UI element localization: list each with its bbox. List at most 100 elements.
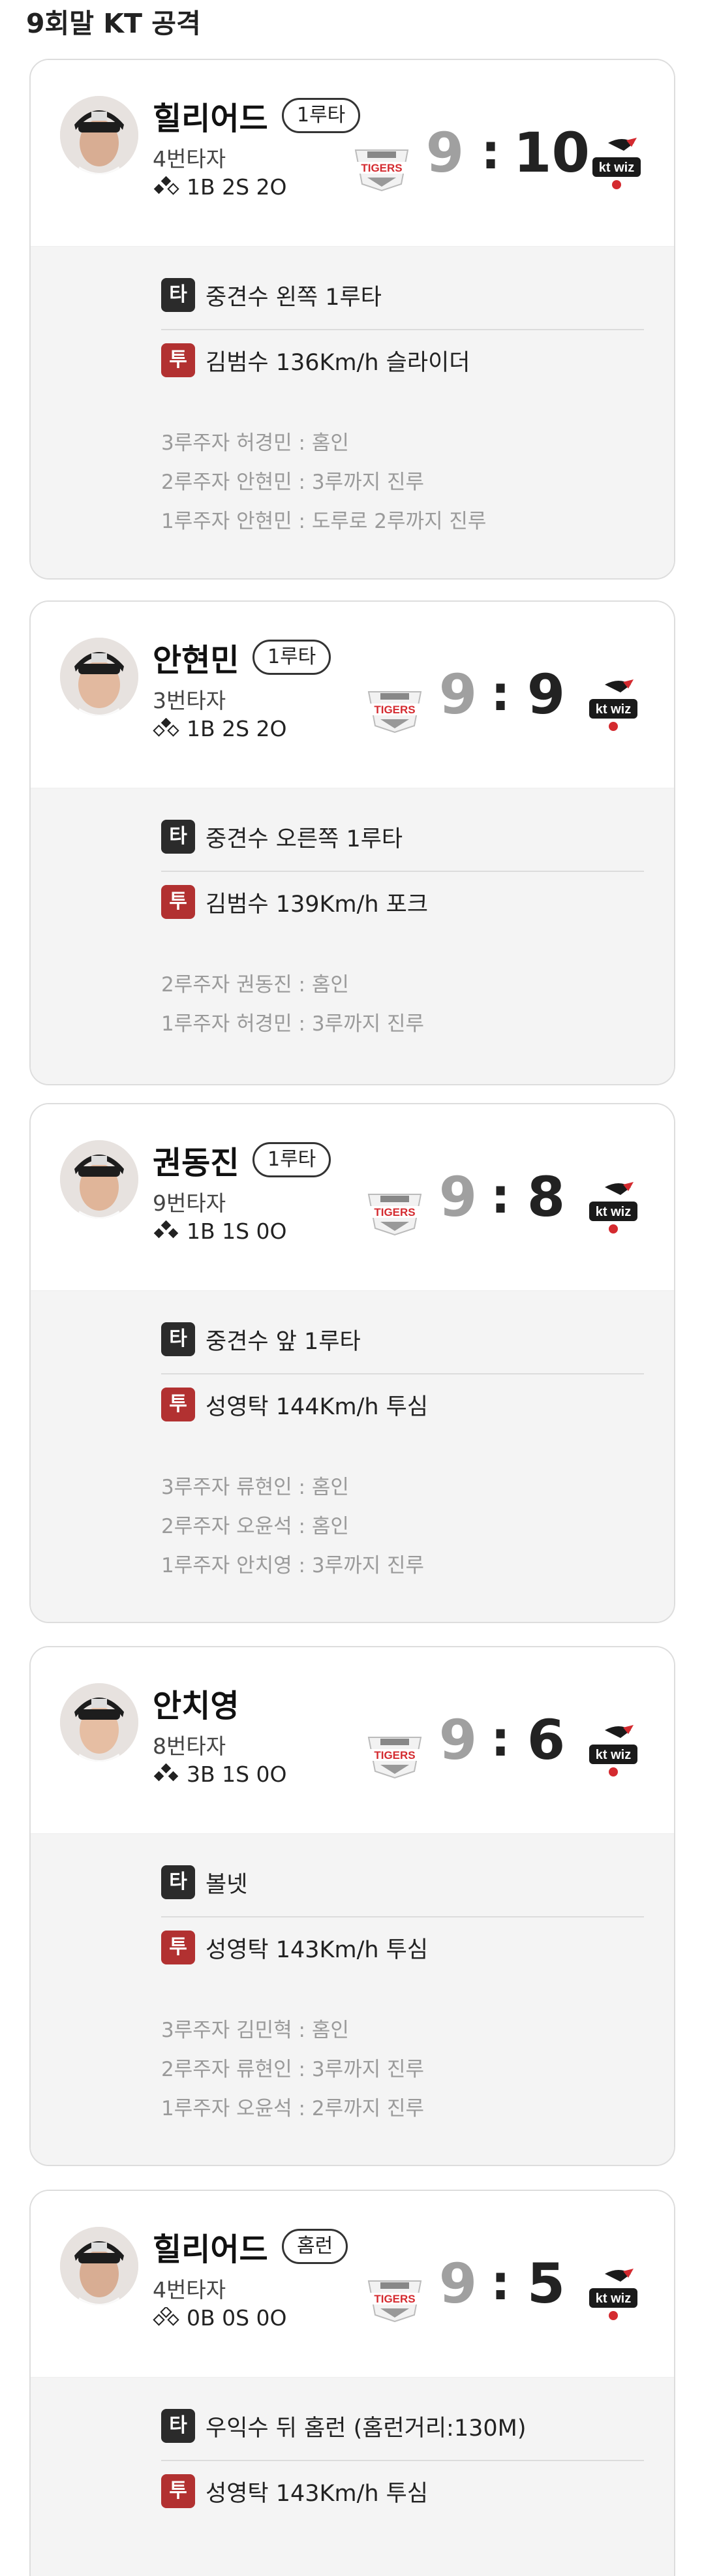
- score-separator: :: [481, 124, 500, 180]
- pitch-tag: 투: [161, 2474, 195, 2508]
- play-details: 타 중견수 왼쪽 1루타 투 김범수 136Km/h 슬라이더 3루주자 허경민…: [31, 246, 674, 578]
- count-text: 1B 2S 2O: [187, 716, 287, 741]
- svg-text:kt wiz: kt wiz: [596, 2291, 631, 2306]
- pitch-info: 성영탁 143Km/h 투심: [206, 1936, 429, 1963]
- svg-text:TIGERS: TIGERS: [374, 704, 415, 716]
- ball-count: 3B 1S 0O: [153, 1761, 287, 1787]
- runner-note: 1루주자 허경민 : 3루까지 진루: [161, 1012, 425, 1036]
- bat-tag: 타: [161, 278, 195, 312]
- runner-note: 1루주자 안현민 : 도루로 2루까지 진루: [161, 510, 487, 533]
- play-card: 힐리어드 홈런 4번타자 0B 0S 0O TIGERS 9 : 5 kt wi…: [29, 2190, 675, 2576]
- result-badge: 1루타: [282, 98, 361, 133]
- pitch-row: 투 김범수 136Km/h 슬라이더: [161, 343, 470, 377]
- away-score: 6: [527, 1708, 566, 1772]
- pitch-row: 투 성영탁 143Km/h 투심: [161, 2474, 428, 2508]
- avatar: [60, 1140, 138, 1218]
- home-score: 9: [438, 662, 478, 726]
- batting-result: 우익수 뒤 홈런 (홈런거리:130M): [206, 2415, 527, 2442]
- result-badge: 1루타: [253, 1142, 331, 1177]
- play-details: 타 볼넷 투 성영탁 143Km/h 투심 3루주자 김민혁 : 홈인 2루주자…: [31, 1833, 674, 2165]
- bat-tag: 타: [161, 1865, 195, 1899]
- svg-text:kt wiz: kt wiz: [596, 1748, 631, 1762]
- batting-order: 9번타자: [153, 1190, 226, 1216]
- score-separator: :: [491, 1168, 510, 1224]
- home-score: 9: [438, 1165, 478, 1229]
- pitch-info: 성영탁 144Km/h 투심: [206, 1393, 429, 1420]
- divider: [161, 1916, 644, 1917]
- player-name: 힐리어드: [153, 101, 268, 137]
- divider: [161, 1373, 644, 1374]
- runner-note: 3루주자 김민혁 : 홈인: [161, 2019, 349, 2042]
- pitch-row: 투 김범수 139Km/h 포크: [161, 885, 428, 919]
- score-separator: :: [491, 666, 510, 722]
- play-card: 안현민 1루타 3번타자 1B 2S 2O TIGERS 9 : 9 kt wi…: [29, 600, 675, 1085]
- home-score: 9: [425, 121, 465, 185]
- play-details: 타 중견수 앞 1루타 투 성영탁 144Km/h 투심 3루주자 류현인 : …: [31, 1290, 674, 1622]
- ktwiz-logo: kt wiz: [585, 1722, 641, 1781]
- play-card: 힐리어드 1루타 4번타자 1B 2S 2O TIGERS 9 : 10 kt …: [29, 59, 675, 580]
- batting-result-row: 타 우익수 뒤 홈런 (홈런거리:130M): [161, 2409, 526, 2443]
- divider: [161, 329, 644, 330]
- batting-result-row: 타 중견수 오른쪽 1루타: [161, 820, 403, 854]
- runner-note: 1루주자 오윤석 : 2루까지 진루: [161, 2097, 425, 2120]
- play-details: 타 중견수 오른쪽 1루타 투 김범수 139Km/h 포크 2루주자 권동진 …: [31, 788, 674, 1084]
- player-name: 안현민: [153, 642, 239, 679]
- ktwiz-logo: kt wiz: [585, 1179, 641, 1238]
- count-text: 0B 0S 0O: [187, 2305, 287, 2331]
- batting-order: 4번타자: [153, 2277, 226, 2303]
- play-card: 안치영 8번타자 3B 1S 0O TIGERS 9 : 6 kt wiz 타 …: [29, 1646, 675, 2166]
- runner-note: 2루주자 안현민 : 3루까지 진루: [161, 471, 425, 494]
- card-header: 힐리어드 1루타 4번타자 1B 2S 2O TIGERS 9 : 10 kt …: [31, 60, 674, 246]
- batting-result-row: 타 중견수 앞 1루타: [161, 1322, 361, 1356]
- base-diamond-icon: [153, 1220, 180, 1243]
- ktwiz-logo: kt wiz: [589, 135, 645, 194]
- avatar: [60, 96, 138, 174]
- tigers-logo: TIGERS: [362, 2276, 427, 2323]
- avatar: [60, 2227, 138, 2305]
- card-header: 안현민 1루타 3번타자 1B 2S 2O TIGERS 9 : 9 kt wi…: [31, 602, 674, 788]
- avatar: [60, 1683, 138, 1761]
- svg-text:TIGERS: TIGERS: [374, 1206, 415, 1218]
- batting-result-row: 타 볼넷: [161, 1865, 247, 1899]
- base-diamond-icon: [153, 1763, 180, 1786]
- tigers-logo: TIGERS: [362, 1732, 427, 1779]
- tigers-logo: TIGERS: [362, 1189, 427, 1236]
- away-score: 9: [527, 662, 566, 726]
- batting-order: 4번타자: [153, 146, 226, 172]
- runner-note: 2루주자 권동진 : 홈인: [161, 973, 349, 997]
- score-separator: :: [491, 2255, 510, 2311]
- count-text: 1B 2S 2O: [187, 174, 287, 200]
- tigers-logo: TIGERS: [362, 687, 427, 734]
- section-title: 9회말 KT 공격: [26, 8, 201, 39]
- batting-result: 중견수 왼쪽 1루타: [206, 284, 382, 311]
- away-score: 5: [527, 2252, 566, 2316]
- runner-note: 3루주자 류현인 : 홈인: [161, 1476, 349, 1499]
- base-diamond-icon: [153, 2306, 180, 2329]
- pitch-info: 김범수 136Km/h 슬라이더: [206, 349, 470, 376]
- away-score: 8: [527, 1165, 566, 1229]
- runner-note: 2루주자 오윤석 : 홈인: [161, 1515, 349, 1538]
- runner-note: 1루주자 안치영 : 3루까지 진루: [161, 1554, 425, 1577]
- ball-count: 0B 0S 0O: [153, 2305, 287, 2331]
- runner-note: 2루주자 류현인 : 3루까지 진루: [161, 2058, 425, 2081]
- base-diamond-icon: [153, 717, 180, 740]
- pitch-tag: 투: [161, 1931, 195, 1964]
- divider: [161, 2460, 644, 2461]
- away-score: 10: [513, 121, 590, 185]
- home-score: 9: [438, 2252, 478, 2316]
- batting-order: 3번타자: [153, 688, 226, 713]
- svg-text:TIGERS: TIGERS: [374, 2293, 415, 2305]
- bat-tag: 타: [161, 2409, 195, 2443]
- pitch-tag: 투: [161, 343, 195, 377]
- player-name: 권동진: [153, 1145, 239, 1181]
- result-badge: 홈런: [282, 2229, 348, 2264]
- ktwiz-logo: kt wiz: [585, 677, 641, 736]
- player-name: 안치영: [153, 1688, 239, 1724]
- card-header: 권동진 1루타 9번타자 1B 1S 0O TIGERS 9 : 8 kt wi…: [31, 1104, 674, 1290]
- card-header: 안치영 8번타자 3B 1S 0O TIGERS 9 : 6 kt wiz: [31, 1647, 674, 1833]
- play-card: 권동진 1루타 9번타자 1B 1S 0O TIGERS 9 : 8 kt wi…: [29, 1103, 675, 1623]
- batting-result: 중견수 오른쪽 1루타: [206, 826, 403, 852]
- ball-count: 1B 2S 2O: [153, 174, 287, 200]
- pitch-tag: 투: [161, 885, 195, 919]
- pitch-tag: 투: [161, 1388, 195, 1421]
